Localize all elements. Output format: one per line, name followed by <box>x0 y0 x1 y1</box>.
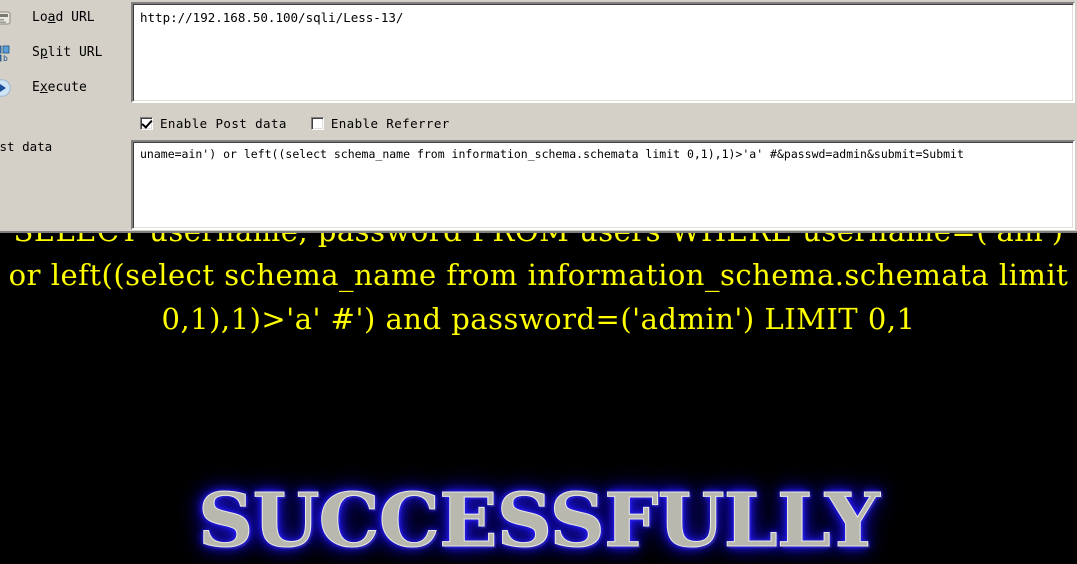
svg-text:b: b <box>3 54 8 63</box>
toolbar-options-row: Enable Post data Enable Referrer <box>140 112 450 134</box>
enable-post-data-label: Enable Post data <box>160 115 287 131</box>
enable-referrer-checkbox[interactable] <box>310 116 324 130</box>
post-data-input-value: uname=ain') or left((select schema_name … <box>140 147 964 161</box>
split-url-label-after: lit URL <box>47 45 103 60</box>
load-url-label-before: Lo <box>32 10 48 25</box>
split-url-icon[interactable]: b <box>0 43 12 63</box>
enable-referrer-option[interactable]: Enable Referrer <box>310 115 450 131</box>
enable-post-data-option[interactable]: Enable Post data <box>140 116 287 131</box>
sqli-lab-page: SELECT username, password FROM users WHE… <box>0 233 1077 564</box>
enable-post-data-checkbox[interactable] <box>140 116 153 130</box>
load-url-icon[interactable] <box>0 8 12 28</box>
execute-label-before: E <box>32 80 40 95</box>
url-input-value: http://192.168.50.100/sqli/Less-13/ <box>140 10 404 25</box>
sql-query-echo: SELECT username, password FROM users WHE… <box>8 233 1069 336</box>
toolbar-command-list: Load URL Split URL Execute <box>28 0 128 105</box>
load-url-label-after: d URL <box>55 10 95 25</box>
execute-accel: x <box>39 80 48 95</box>
post-data-input[interactable]: uname=ain') or left((select schema_name … <box>131 140 1075 230</box>
load-url-button[interactable]: Load URL <box>28 0 128 35</box>
execute-icon[interactable] <box>0 78 12 98</box>
hackbar-toolbar: b Load URL Split URL Execute http://192.… <box>0 0 1077 233</box>
split-url-button[interactable]: Split URL <box>28 35 128 70</box>
url-input[interactable]: http://192.168.50.100/sqli/Less-13/ <box>131 2 1075 103</box>
enable-referrer-label: Enable Referrer <box>330 115 450 131</box>
success-banner: SUCCESSFULLY <box>0 478 1077 564</box>
split-url-accel: p <box>39 45 48 60</box>
split-url-label-before: S <box>32 45 40 60</box>
success-banner-text: SUCCESSFULLY <box>198 478 881 564</box>
post-data-label: ost data <box>0 139 53 154</box>
toolbar-icon-rail: b <box>0 0 18 105</box>
execute-label-after: ecute <box>47 80 87 95</box>
execute-button[interactable]: Execute <box>28 70 128 105</box>
